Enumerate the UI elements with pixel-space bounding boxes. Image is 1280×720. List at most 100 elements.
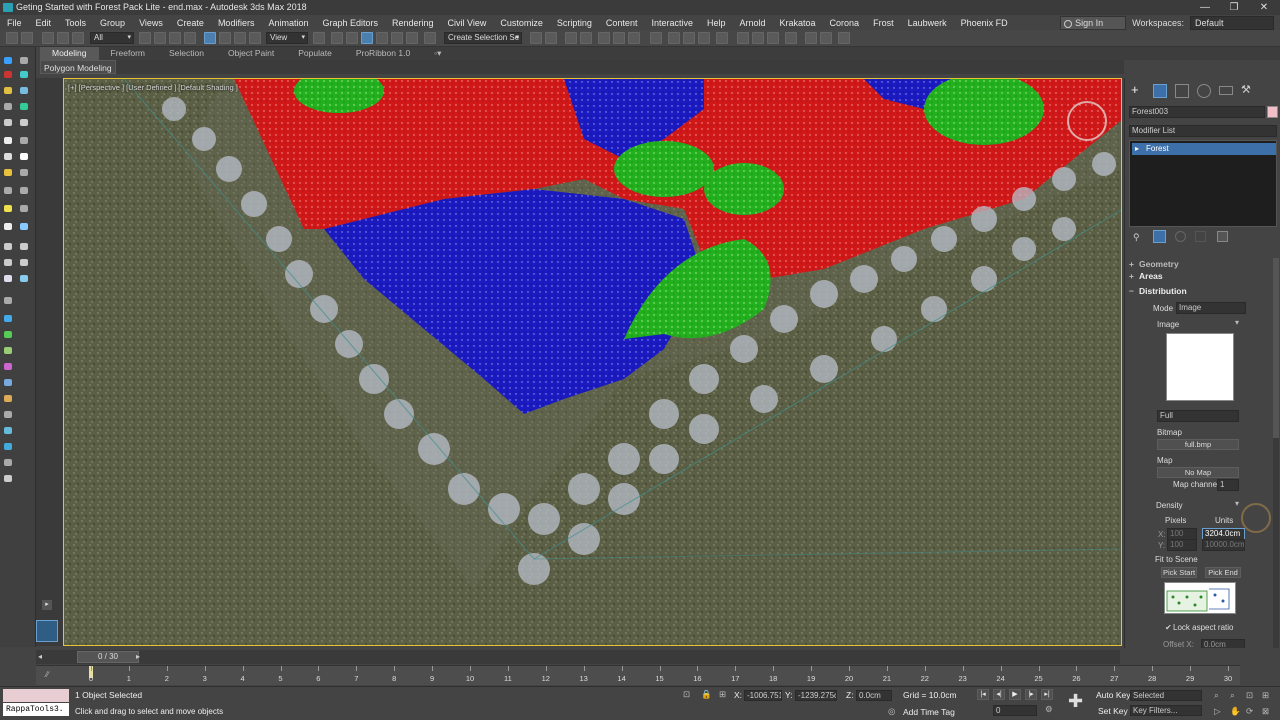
- scrollbar-thumb[interactable]: [1273, 258, 1279, 438]
- tool-icon[interactable]: [4, 395, 12, 402]
- mini-curve-toggle-icon[interactable]: ⁄∕: [46, 670, 49, 679]
- pan-view-icon[interactable]: ✋: [1230, 706, 1241, 717]
- tool-icon[interactable]: [20, 205, 28, 212]
- forest-pack-icon[interactable]: [737, 32, 749, 44]
- menu-animation[interactable]: Animation: [261, 18, 315, 28]
- key-mode-dropdown[interactable]: Selected: [1130, 690, 1202, 701]
- redo-icon[interactable]: [21, 32, 33, 44]
- polygon-modeling-button[interactable]: Polygon Modeling: [40, 60, 116, 74]
- schematic-view-icon[interactable]: [628, 32, 640, 44]
- tool-icon[interactable]: [4, 223, 12, 230]
- selection-lock-icon[interactable]: 🔒: [701, 689, 712, 700]
- tool-icon[interactable]: [20, 57, 28, 64]
- time-slider[interactable]: ◂ 0 / 30 ▸: [36, 650, 1120, 664]
- tool-icon[interactable]: [20, 243, 28, 250]
- maximize-viewport-icon[interactable]: ⊠: [1262, 706, 1269, 717]
- bind-space-warp-icon[interactable]: [72, 32, 84, 44]
- tool-icon[interactable]: [4, 275, 12, 282]
- menu-views[interactable]: Views: [132, 18, 170, 28]
- tool-icon[interactable]: [20, 103, 28, 110]
- zoom-icon[interactable]: ⌕: [1214, 690, 1219, 701]
- script-icon[interactable]: [785, 32, 797, 44]
- tool-icon[interactable]: [4, 363, 12, 370]
- menu-frost[interactable]: Frost: [866, 18, 901, 28]
- menu-arnold[interactable]: Arnold: [733, 18, 773, 28]
- set-key-icon[interactable]: ✚: [1068, 691, 1083, 712]
- render-in-cloud-icon[interactable]: [716, 32, 728, 44]
- rollout-areas[interactable]: + Areas: [1129, 271, 1269, 281]
- tab-selection[interactable]: Selection: [157, 47, 216, 60]
- menu-customize[interactable]: Customize: [493, 18, 550, 28]
- orbit-icon[interactable]: ⟳: [1246, 706, 1253, 717]
- make-unique-icon[interactable]: [1175, 231, 1186, 242]
- ribbon-options-icon[interactable]: ◦▾: [422, 47, 453, 60]
- tool-icon[interactable]: [4, 119, 12, 126]
- toggle-ribbon-icon[interactable]: [598, 32, 610, 44]
- remove-modifier-icon[interactable]: [1195, 231, 1206, 242]
- tool-icon[interactable]: [20, 71, 28, 78]
- auto-key-button[interactable]: Auto Key: [1096, 690, 1131, 700]
- y-pixels-spinner[interactable]: 100: [1167, 539, 1197, 551]
- set-key-button[interactable]: Set Key: [1098, 706, 1128, 716]
- create-icon[interactable]: [4, 57, 12, 64]
- tool-icon[interactable]: [4, 103, 12, 110]
- menu-modifiers[interactable]: Modifiers: [211, 18, 262, 28]
- maximize-button[interactable]: ❐: [1219, 0, 1249, 15]
- manipulate-icon[interactable]: [331, 32, 343, 44]
- tool-icon[interactable]: [20, 87, 28, 94]
- selection-filter-dropdown[interactable]: All: [90, 32, 134, 44]
- map-button[interactable]: No Map: [1157, 467, 1239, 478]
- command-panel-scrollbar[interactable]: [1273, 258, 1279, 648]
- tool-icon[interactable]: [4, 243, 12, 250]
- modify-tab-icon[interactable]: [1153, 84, 1167, 98]
- window-crossing-icon[interactable]: [184, 32, 196, 44]
- configure-modifier-sets-icon[interactable]: [1217, 231, 1228, 242]
- viewport-label[interactable]: [+] [Perspective ] [User Defined ] [Defa…: [68, 83, 238, 92]
- material-editor-icon[interactable]: [650, 32, 662, 44]
- zoom-all-icon[interactable]: ⌕: [1230, 690, 1235, 701]
- field-of-view-icon[interactable]: ▷: [1214, 706, 1221, 717]
- krakatoa-icon[interactable]: [805, 32, 817, 44]
- tab-freeform[interactable]: Freeform: [99, 47, 157, 60]
- tool-icon[interactable]: [4, 137, 12, 144]
- pivot-center-icon[interactable]: [313, 32, 325, 44]
- menu-civil-view[interactable]: Civil View: [441, 18, 494, 28]
- viewcube-icon[interactable]: [1067, 101, 1107, 141]
- motion-tab-icon[interactable]: [1197, 84, 1211, 98]
- tab-populate[interactable]: Populate: [286, 47, 344, 60]
- collapse-density-icon[interactable]: ▾: [1235, 499, 1239, 508]
- tool-icon[interactable]: [4, 87, 12, 94]
- select-and-move-icon[interactable]: [204, 32, 216, 44]
- track-bar[interactable]: ⁄∕ 0 1 2 3 4 5 6 7 8 9 10 11 12 13 14 15 16 17 18 19 20 21 22 2…: [36, 665, 1240, 685]
- mode-dropdown[interactable]: Image: [1176, 302, 1246, 314]
- menu-phoenix-fd[interactable]: Phoenix FD: [954, 18, 1015, 28]
- close-button[interactable]: ✕: [1249, 0, 1279, 15]
- rectangular-selection-icon[interactable]: [169, 32, 181, 44]
- previous-key-icon[interactable]: ◂|: [993, 689, 1005, 700]
- menu-tools[interactable]: Tools: [58, 18, 93, 28]
- tool-icon[interactable]: [20, 187, 28, 194]
- menu-content[interactable]: Content: [599, 18, 645, 28]
- tool-icon[interactable]: [4, 411, 12, 418]
- select-and-scale-icon[interactable]: [234, 32, 246, 44]
- percent-snap-icon[interactable]: [391, 32, 403, 44]
- menu-scripting[interactable]: Scripting: [550, 18, 599, 28]
- time-tag-icon[interactable]: ◎: [888, 706, 895, 717]
- select-and-place-icon[interactable]: [249, 32, 261, 44]
- create-tab-icon[interactable]: +: [1131, 83, 1145, 98]
- add-time-tag-button[interactable]: Add Time Tag: [903, 707, 955, 717]
- rendered-frame-window-icon[interactable]: [683, 32, 695, 44]
- tool-icon[interactable]: [20, 153, 28, 160]
- time-slider-thumb[interactable]: 0 / 30: [77, 651, 139, 663]
- image-preset-dropdown[interactable]: Full: [1157, 410, 1239, 422]
- rollout-geometry[interactable]: + Geometry: [1129, 259, 1269, 269]
- toggle-scene-explorer-icon[interactable]: [565, 32, 577, 44]
- tool-icon[interactable]: [4, 153, 12, 160]
- zoom-extents-icon[interactable]: ⊡: [1246, 690, 1253, 701]
- link-icon[interactable]: [42, 32, 54, 44]
- expand-arrow-icon[interactable]: ▸: [42, 600, 52, 610]
- pick-end-button[interactable]: Pick End: [1205, 567, 1241, 578]
- tool-icon[interactable]: [20, 119, 28, 126]
- next-frame-icon[interactable]: ▸: [136, 652, 140, 661]
- previous-frame-icon[interactable]: ◂: [38, 652, 42, 661]
